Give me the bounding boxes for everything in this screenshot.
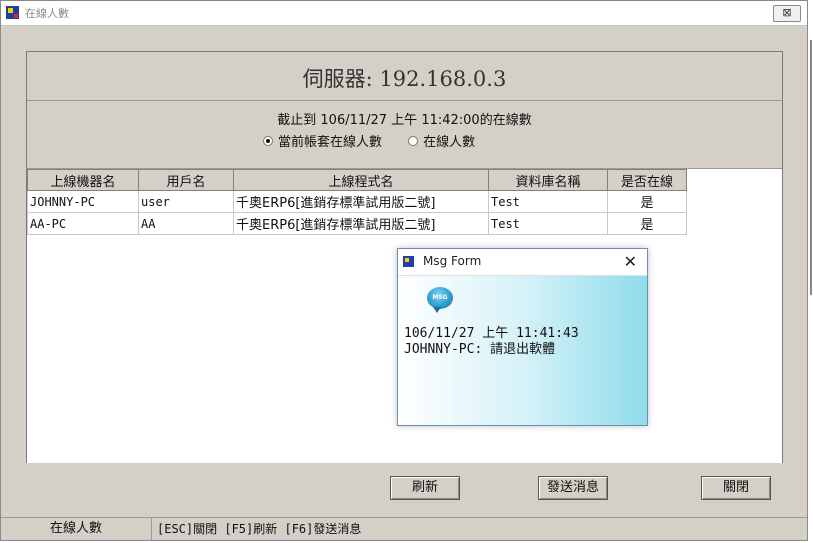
cell-user[interactable]: AA xyxy=(138,212,234,235)
column-header-program[interactable]: 上線程式名 xyxy=(233,169,489,191)
window-close-button[interactable]: ⊠ xyxy=(773,5,801,22)
radio-dot[interactable] xyxy=(408,135,419,146)
column-header-database[interactable]: 資料庫名稱 xyxy=(488,169,608,191)
radio-dot-checked[interactable] xyxy=(263,135,273,146)
scope-radio-group: 當前帳套在線人數 在線人數 xyxy=(263,131,497,150)
server-title: 伺服器: 192.168.0.3 xyxy=(27,52,782,101)
cell-machine[interactable]: AA-PC xyxy=(27,212,139,235)
column-header-user[interactable]: 用戶名 xyxy=(138,169,234,191)
cell-online[interactable]: 是 xyxy=(607,212,687,235)
cell-user[interactable]: user xyxy=(138,190,234,213)
table-header-row: 上線機器名 用戶名 上線程式名 資料庫名稱 是否在線 xyxy=(27,169,687,191)
column-header-machine[interactable]: 上線機器名 xyxy=(27,169,139,191)
refresh-button[interactable]: 刷新 xyxy=(390,476,460,500)
table-row[interactable]: JOHNNY-PC user 千奧ERP6[進銷存標準試用版二號] Test 是 xyxy=(27,190,687,213)
cell-program[interactable]: 千奧ERP6[進銷存標準試用版二號] xyxy=(233,190,489,213)
cell-machine[interactable]: JOHNNY-PC xyxy=(27,190,139,213)
cell-program[interactable]: 千奧ERP6[進銷存標準試用版二號] xyxy=(233,212,489,235)
radio-all-online[interactable]: 在線人數 xyxy=(408,131,475,150)
msg-form-dialog[interactable]: Msg Form ✕ MSG 106/11/27 上午 11:41:43 JOH… xyxy=(397,248,648,426)
radio-current-account-label: 當前帳套在線人數 xyxy=(278,135,383,150)
status-bar: 在線人數 [ESC]關閉 [F5]刷新 [F6]發送消息 xyxy=(1,517,807,540)
msg-bubble-icon: MSG xyxy=(427,287,453,313)
column-header-online[interactable]: 是否在線 xyxy=(607,169,687,191)
radio-all-online-label: 在線人數 xyxy=(423,135,476,150)
msg-close-icon[interactable]: ✕ xyxy=(624,252,637,271)
app-icon xyxy=(6,6,19,19)
msg-app-icon xyxy=(403,256,414,267)
online-users-table: 上線機器名 用戶名 上線程式名 資料庫名稱 是否在線 JOHNNY-PC use… xyxy=(27,169,687,235)
send-message-button[interactable]: 發送消息 xyxy=(538,476,608,500)
shortcut-hint: [ESC]關閉 [F5]刷新 [F6]發送消息 xyxy=(157,522,362,536)
msg-form-title: Msg Form xyxy=(423,254,482,268)
status-label: 在線人數 xyxy=(1,518,152,540)
window-title: 在線人數 xyxy=(25,7,69,20)
close-button[interactable]: 關閉 xyxy=(701,476,771,500)
background-window-edge xyxy=(810,40,812,295)
msg-text: JOHNNY-PC: 請退出軟體 xyxy=(404,342,556,357)
cell-online[interactable]: 是 xyxy=(607,190,687,213)
cell-database[interactable]: Test xyxy=(488,212,608,235)
msg-form-title-bar[interactable]: Msg Form ✕ xyxy=(398,249,647,276)
radio-current-account[interactable]: 當前帳套在線人數 xyxy=(263,131,382,150)
table-row[interactable]: AA-PC AA 千奧ERP6[進銷存標準試用版二號] Test 是 xyxy=(27,212,687,235)
cutoff-time-text: 截止到 106/11/27 上午 11:42:00的在線數 xyxy=(277,113,532,128)
title-bar: 在線人數 ⊠ xyxy=(1,1,807,26)
cell-database[interactable]: Test xyxy=(488,190,608,213)
